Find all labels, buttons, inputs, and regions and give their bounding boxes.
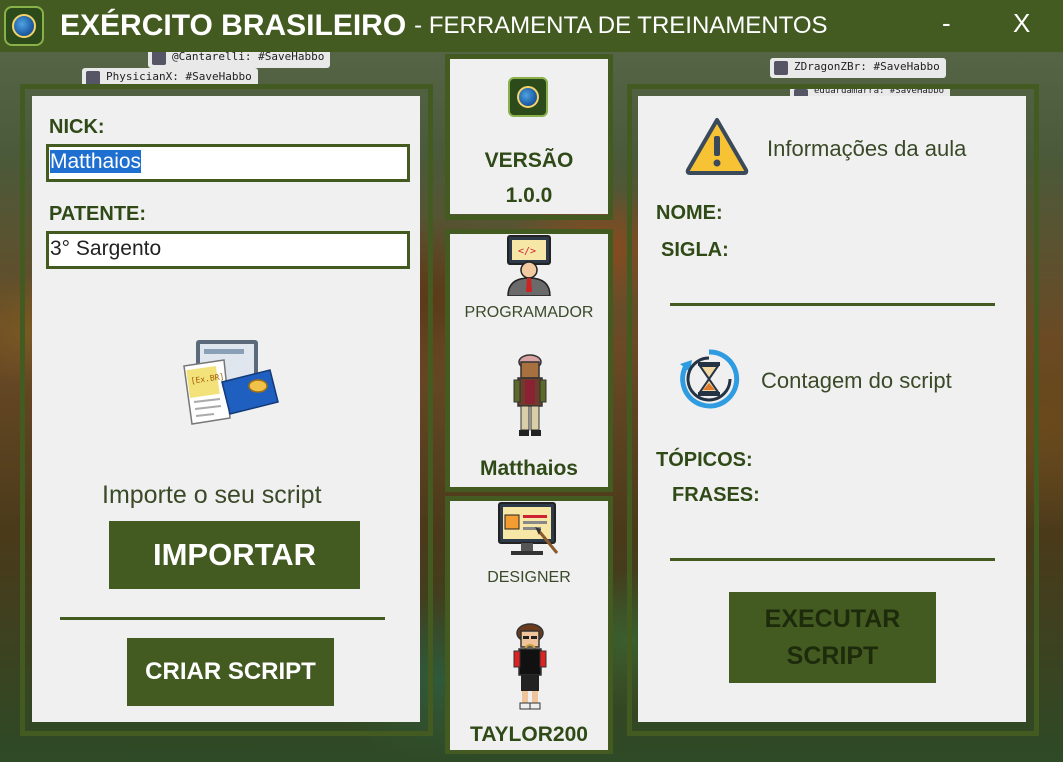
- document-wallet-icon: [Ex.BR]: [178, 316, 290, 426]
- divider: [60, 617, 385, 620]
- import-caption: Importe o seu script: [102, 481, 322, 509]
- version-label: VERSÃO: [484, 149, 574, 172]
- count-title: Contagem do script: [761, 368, 952, 393]
- close-button[interactable]: X: [1013, 8, 1030, 39]
- chat-bubble: ZDragonZBr: #SaveHabbo: [770, 58, 946, 78]
- info-title: Informações da aula: [767, 136, 967, 161]
- globe-logo-icon: [4, 6, 44, 46]
- programmer-avatar: [512, 352, 548, 438]
- patente-label: PATENTE:: [49, 203, 147, 225]
- import-button[interactable]: IMPORTAR: [109, 521, 360, 589]
- warning-triangle-icon: [684, 116, 750, 176]
- nome-label: NOME:: [656, 202, 723, 224]
- programmer-role: PROGRAMADOR: [464, 304, 594, 321]
- app-subtitle: - FERRAMENTA DE TREINAMENTOS: [414, 12, 828, 39]
- designer-monitor-icon: [497, 501, 561, 559]
- left-panel: NICK: Matthaios PATENTE: 3° Sargento [Ex…: [32, 96, 420, 722]
- minimize-button[interactable]: -: [942, 8, 951, 39]
- patente-value: 3° Sargento: [50, 237, 162, 260]
- nick-field[interactable]: Matthaios: [46, 144, 410, 182]
- app-title: EXÉRCITO BRASILEIRO: [60, 9, 407, 42]
- nick-label: NICK:: [49, 116, 105, 138]
- hourglass-refresh-icon: [676, 346, 742, 412]
- divider: [670, 558, 995, 561]
- programmer-icon: </>: [502, 234, 556, 297]
- programmer-name: Matthaios: [479, 457, 578, 480]
- patente-field[interactable]: 3° Sargento: [46, 231, 410, 269]
- programmer-panel: </> PROGRAMADOR Matthaios: [450, 234, 608, 487]
- designer-panel: DESIGNER TAYLOR200: [450, 501, 608, 750]
- designer-avatar: [510, 623, 550, 711]
- topicos-label: TÓPICOS:: [656, 449, 753, 471]
- divider: [670, 303, 995, 306]
- version-panel: VERSÃO 1.0.0: [450, 59, 608, 214]
- right-panel: Informações da aula NOME: SIGLA: Contage…: [638, 96, 1026, 722]
- nick-value: Matthaios: [50, 150, 142, 173]
- execute-script-button[interactable]: EXECUTAR SCRIPT: [729, 592, 936, 683]
- globe-logo-icon: [508, 77, 548, 117]
- svg-text:</>: </>: [518, 246, 536, 257]
- frases-label: FRASES:: [672, 484, 760, 506]
- create-script-button[interactable]: CRIAR SCRIPT: [127, 638, 334, 706]
- version-value: 1.0.0: [505, 184, 553, 207]
- designer-name: TAYLOR200: [470, 723, 588, 746]
- designer-role: DESIGNER: [487, 569, 571, 586]
- sigla-label: SIGLA:: [661, 239, 729, 261]
- title-bar: EXÉRCITO BRASILEIRO - FERRAMENTA DE TREI…: [0, 0, 1063, 52]
